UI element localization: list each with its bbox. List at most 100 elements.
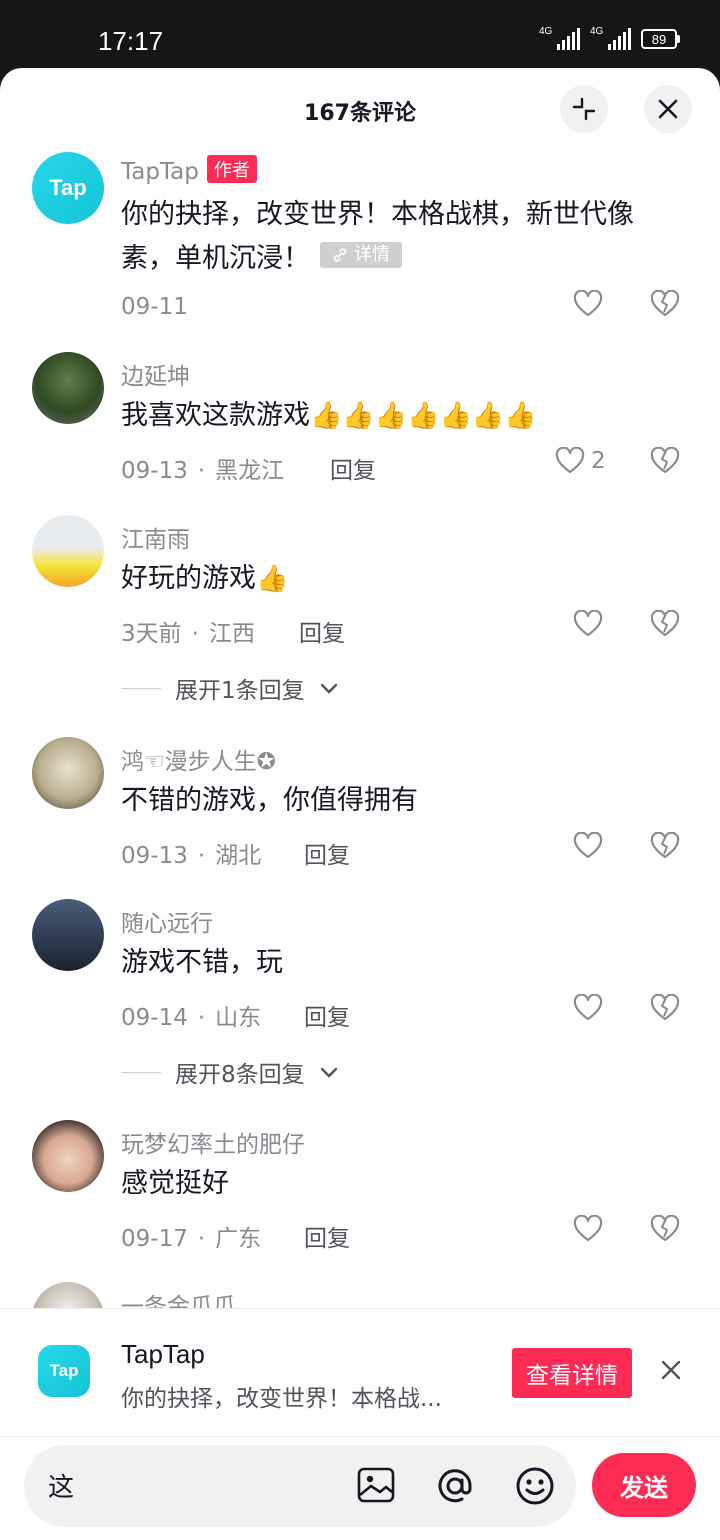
comment-username[interactable]: TapTap 作者 [121,155,257,185]
dislike-button[interactable] [650,609,680,642]
dislike-button[interactable] [650,289,680,322]
detail-link[interactable]: 详情 [320,242,402,268]
status-bar: 17:17 4G 4G 89 [0,0,720,70]
like-button[interactable] [573,290,603,318]
comment-username[interactable]: 边延坤 [121,357,190,391]
view-details-button[interactable]: 查看详情 [512,1348,632,1398]
comment-username[interactable]: 鸿☜漫步人生✪ [121,742,276,776]
avatar[interactable]: Tap [32,152,104,224]
dislike-button[interactable] [650,831,680,864]
comment-username[interactable]: 一条金瓜瓜 [121,1287,236,1310]
avatar[interactable] [32,1282,104,1310]
comment-date: 09-13 [121,458,188,484]
comment-username[interactable]: 随心远行 [121,904,213,938]
comment-text: 好玩的游戏👍 [121,557,681,601]
battery-icon: 89 [641,29,680,49]
avatar[interactable] [32,737,104,809]
heart-icon [573,1215,603,1242]
promo-description: 你的抉择，改变世界！本格战... [121,1386,442,1412]
author-badge: 作者 [206,155,257,183]
close-icon [661,1360,681,1380]
reply-button[interactable]: 回复 [304,836,350,870]
like-count: 2 [591,448,606,474]
close-button[interactable] [644,85,692,133]
at-icon [438,1469,472,1503]
emoji-button[interactable] [514,1465,556,1511]
like-button[interactable] [573,994,603,1022]
broken-heart-icon [650,1214,680,1242]
heart-icon [573,994,603,1021]
comment-location: 江西 [208,621,255,647]
like-button[interactable] [573,1215,603,1243]
comment-item: 一条金瓜瓜 [0,1280,720,1310]
battery-level: 89 [641,29,677,49]
comment-location: 广东 [215,1226,262,1252]
collapse-button[interactable] [560,85,608,133]
sheet-header: 167条评论 [0,68,720,152]
comment-location: 山东 [215,1005,262,1031]
comment-body: 好玩的游戏 [121,563,256,594]
comment-sheet: 167条评论 Tap TapTap 作者 你的抉择，改变世界！本格战棋，新世代像素… [0,68,720,1540]
link-icon [333,248,347,262]
expand-replies-button[interactable]: 展开8条回复 [121,1055,339,1089]
sheet-title: 167条评论 [304,101,416,126]
comment-location: 黑龙江 [215,458,285,484]
comment-item: 随心远行 游戏不错，玩 09-14 · 山东 回复 展开8条回复 [0,897,720,1097]
comment-input-bar: 这 发送 [0,1436,720,1540]
thumbs-up-emoji: 👍 [256,564,289,594]
app-logo: Tap [38,1345,90,1397]
avatar[interactable] [32,515,104,587]
username-text: TapTap [121,159,199,185]
expand-label: 展开1条回复 [175,678,305,704]
comment-item: 玩梦幻率土的肥仔 感觉挺好 09-17 · 广东 回复 [0,1118,720,1258]
comment-input[interactable]: 这 [24,1445,576,1527]
dislike-button[interactable] [650,1214,680,1247]
comment-date: 09-13 [121,843,188,869]
taptap-logo: Tap [38,1345,90,1397]
comment-body: 我喜欢这款游戏 [121,400,310,431]
sim2-label: 4G [590,26,604,37]
dislike-button[interactable] [650,446,680,479]
comment-text: 我喜欢这款游戏👍👍👍👍👍👍👍 [121,394,681,438]
comment-item: 鸿☜漫步人生✪ 不错的游戏，你值得拥有 09-13 · 湖北 回复 [0,735,720,875]
heart-icon [573,832,603,859]
send-button[interactable]: 发送 [592,1453,696,1517]
comment-date: 3天前 [121,621,182,647]
avatar[interactable] [32,352,104,424]
avatar[interactable] [32,899,104,971]
promo-card[interactable]: Tap TapTap 你的抉择，改变世界！本格战... 查看详情 [0,1308,720,1436]
promo-close-button[interactable] [660,1359,682,1385]
heart-icon [555,447,585,474]
reply-button[interactable]: 回复 [304,1219,350,1253]
comment-text: 你的抉择，改变世界！本格战棋，新世代像素，单机沉浸！ 详情 [121,193,681,281]
chevron-down-icon [320,1067,337,1078]
expand-replies-button[interactable]: 展开1条回复 [121,671,339,705]
like-button[interactable] [573,832,603,860]
like-button[interactable] [573,610,603,638]
status-time: 17:17 [98,26,164,56]
like-button[interactable]: 2 [555,447,606,475]
broken-heart-icon [650,993,680,1021]
reply-button[interactable]: 回复 [299,614,345,648]
heart-icon [573,610,603,637]
comment-meta: 09-17 · 广东 [121,1226,262,1252]
comment-username[interactable]: 江南雨 [121,520,190,554]
reply-button[interactable]: 回复 [330,451,376,485]
expand-label: 展开8条回复 [175,1062,305,1088]
comment-date: 09-11 [121,294,188,320]
broken-heart-icon [650,609,680,637]
comment-date: 09-17 [121,1226,188,1252]
image-icon [357,1467,395,1503]
reply-button[interactable]: 回复 [304,998,350,1032]
divider-line [121,1071,161,1073]
avatar[interactable] [32,1120,104,1192]
thumbs-up-emoji: 👍👍👍👍👍👍👍 [310,401,537,431]
mention-button[interactable] [434,1465,476,1511]
dislike-button[interactable] [650,993,680,1026]
image-button[interactable] [356,1465,396,1509]
close-icon [658,99,678,119]
emoji-icon [516,1467,554,1505]
broken-heart-icon [650,289,680,317]
comment-username[interactable]: 玩梦幻率土的肥仔 [121,1125,305,1159]
comment-meta: 3天前 · 江西 [121,621,255,647]
